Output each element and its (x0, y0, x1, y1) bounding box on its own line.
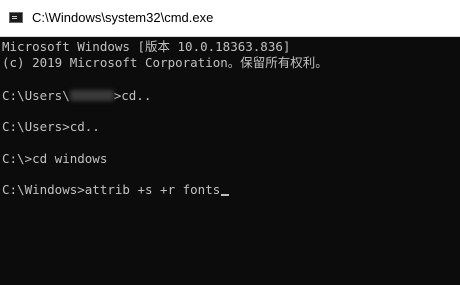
command-line-1: C:\Users\ >cd.. (2, 88, 151, 104)
redacted-username (69, 90, 114, 101)
window-title: C:\Windows\system32\cmd.exe (32, 10, 214, 25)
command-line-3: C:\>cd windows (2, 151, 108, 166)
text-cursor (221, 194, 230, 196)
cmd-app-icon[interactable] (9, 12, 23, 23)
header-version-line: Microsoft Windows [版本 10.0.18363.836] (2, 39, 291, 54)
command-1-prefix: C:\Users\ (2, 88, 70, 103)
command-1-suffix: >cd.. (113, 88, 152, 103)
cmd-window: C:\Windows\system32\cmd.exe Microsoft Wi… (0, 0, 460, 285)
command-line-2: C:\Users>cd.. (2, 119, 100, 134)
console-output[interactable]: Microsoft Windows [版本 10.0.18363.836] (c… (0, 37, 460, 285)
header-copyright-line: (c) 2019 Microsoft Corporation。保留所有权利。 (2, 55, 328, 70)
title-bar[interactable]: C:\Windows\system32\cmd.exe (0, 0, 460, 37)
command-line-4: C:\Windows>attrib +s +r fonts (2, 182, 230, 198)
current-command: C:\Windows>attrib +s +r fonts (2, 182, 221, 197)
